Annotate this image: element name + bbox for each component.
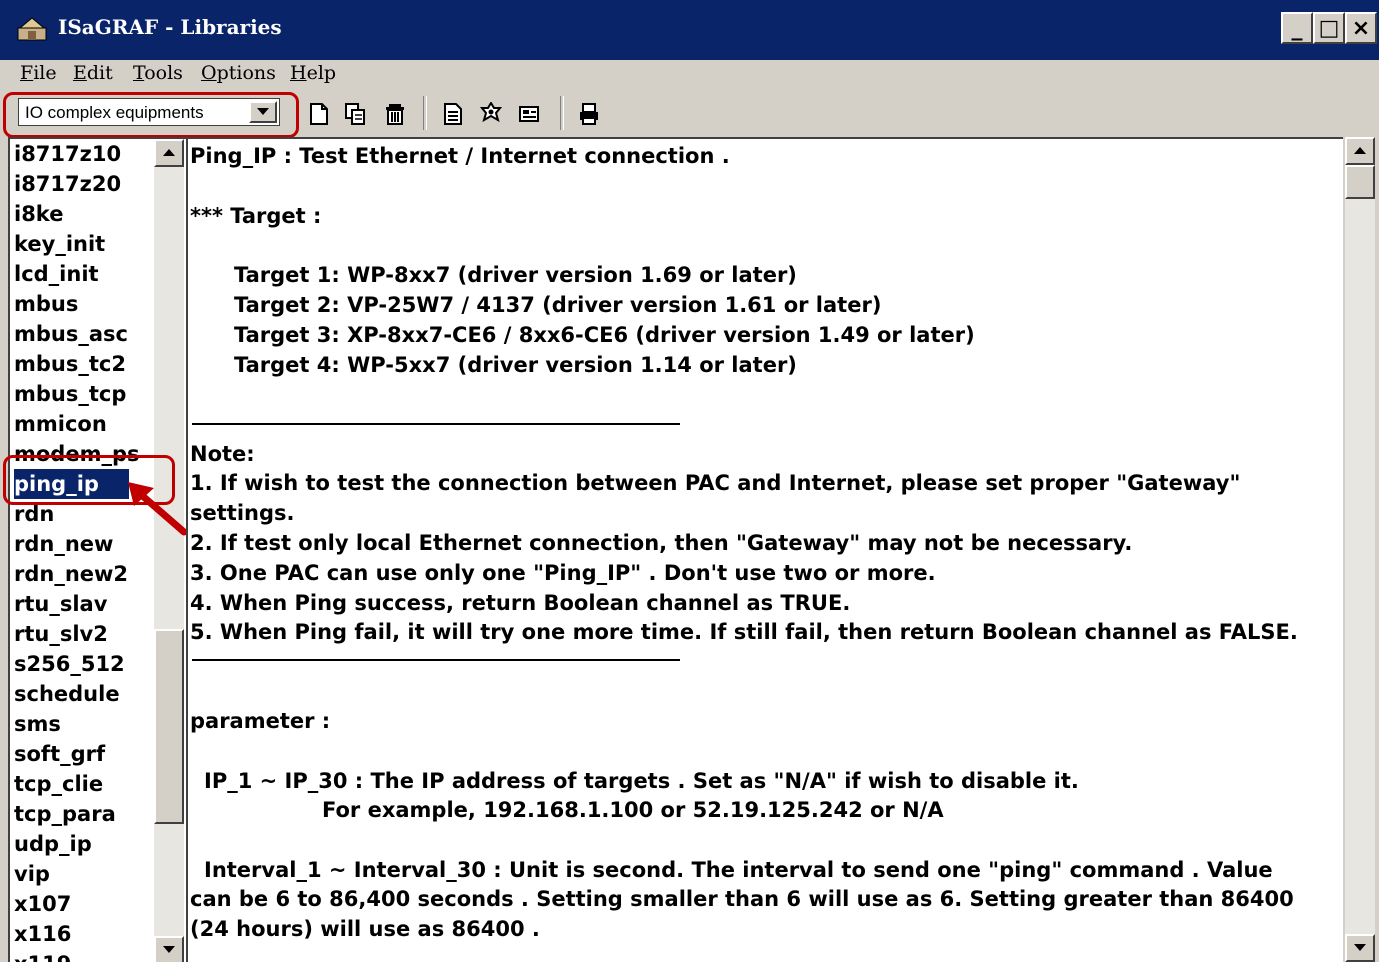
param-ip-example: For example, 192.168.1.100 or 52.19.125.…	[322, 798, 944, 822]
arrow-icon	[128, 482, 188, 536]
list-item[interactable]: x119	[14, 949, 71, 962]
list-item[interactable]: tcp_para	[14, 799, 116, 829]
list-item[interactable]: i8ke	[14, 199, 63, 229]
list-item[interactable]: sms	[14, 709, 61, 739]
list-item[interactable]: mbus_tc2	[14, 349, 126, 379]
note-line: 1. If wish to test the connection betwee…	[190, 471, 1241, 495]
target-line: Target 4: WP-5xx7 (driver version 1.14 o…	[234, 353, 797, 377]
menu-tools[interactable]: Tools	[133, 62, 183, 84]
param-interval: (24 hours) will use as 86400 .	[190, 917, 540, 941]
properties-icon[interactable]	[442, 102, 464, 126]
list-scroll-thumb[interactable]	[154, 629, 184, 824]
text-scroll-thumb[interactable]	[1345, 165, 1375, 199]
window-title: ISaGRAF - Libraries	[58, 15, 282, 39]
menu-edit[interactable]: Edit	[73, 62, 113, 84]
param-ip: IP_1 ~ IP_30 : The IP address of targets…	[204, 769, 1079, 793]
list-item[interactable]: rtu_slav	[14, 589, 107, 619]
target-line: Target 1: WP-8xx7 (driver version 1.69 o…	[234, 263, 797, 287]
list-item[interactable]: soft_grf	[14, 739, 105, 769]
menu-bar: File Edit Tools Options Help	[0, 60, 1379, 90]
list-item[interactable]: tcp_clie	[14, 769, 103, 799]
divider	[192, 423, 680, 425]
scroll-up-icon[interactable]	[154, 139, 184, 167]
list-item[interactable]: s256_512	[14, 649, 125, 679]
list-item[interactable]: schedule	[14, 679, 120, 709]
library-list[interactable]: i8717z10 i8717z20 i8ke key_init lcd_init…	[8, 137, 186, 962]
close-button[interactable]: ×	[1345, 12, 1377, 44]
doc-heading: Ping_IP : Test Ethernet / Internet conne…	[190, 144, 730, 168]
list-item[interactable]: rdn_new	[14, 529, 113, 559]
highlight-box-library	[3, 92, 299, 138]
list-item[interactable]: x116	[14, 919, 71, 949]
divider	[192, 659, 680, 661]
scroll-down-icon[interactable]	[154, 936, 184, 962]
menu-options[interactable]: Options	[201, 62, 276, 84]
compile-icon[interactable]	[480, 102, 502, 126]
scroll-up-icon[interactable]	[1345, 137, 1375, 165]
menu-file[interactable]: File	[20, 62, 57, 84]
note-label: Note:	[190, 442, 255, 466]
list-item[interactable]: mbus_asc	[14, 319, 128, 349]
param-interval: Interval_1 ~ Interval_30 : Unit is secon…	[204, 858, 1273, 882]
title-bar[interactable]: ISaGRAF - Libraries _ □ ×	[0, 0, 1379, 60]
list-item[interactable]: i8717z20	[14, 169, 121, 199]
list-item[interactable]: mbus	[14, 289, 78, 319]
target-line: Target 2: VP-25W7 / 4137 (driver version…	[234, 293, 882, 317]
delete-icon[interactable]	[384, 102, 406, 126]
note-line: 5. When Ping fail, it will try one more …	[190, 620, 1298, 644]
text-scrollbar[interactable]	[1345, 137, 1375, 962]
target-label: *** Target :	[190, 204, 322, 228]
note-line: 2. If test only local Ethernet connectio…	[190, 531, 1133, 555]
list-item[interactable]: rdn_new2	[14, 559, 128, 589]
new-icon[interactable]	[308, 102, 330, 126]
list-item[interactable]: mmicon	[14, 409, 107, 439]
maximize-button[interactable]: □	[1313, 12, 1345, 44]
list-item[interactable]: udp_ip	[14, 829, 92, 859]
scroll-down-icon[interactable]	[1345, 934, 1375, 962]
view-icon[interactable]	[518, 102, 540, 126]
param-interval: can be 6 to 86,400 seconds . Setting sma…	[190, 887, 1294, 911]
note-line: 3. One PAC can use only one "Ping_IP" . …	[190, 561, 936, 585]
app-icon	[17, 17, 47, 41]
target-line: Target 3: XP-8xx7-CE6 / 8xx6-CE6 (driver…	[234, 323, 975, 347]
toolbar-separator	[560, 96, 564, 130]
print-icon[interactable]	[578, 102, 600, 126]
list-item[interactable]: vip	[14, 859, 50, 889]
list-item[interactable]: lcd_init	[14, 259, 99, 289]
list-item[interactable]: mbus_tcp	[14, 379, 126, 409]
list-item[interactable]: x107	[14, 889, 71, 919]
toolbar-separator	[423, 96, 427, 130]
minimize-button[interactable]: _	[1281, 12, 1313, 44]
list-item[interactable]: i8717z10	[14, 139, 121, 169]
menu-help[interactable]: Help	[290, 62, 336, 84]
note-line: 4. When Ping success, return Boolean cha…	[190, 591, 851, 615]
description-panel[interactable]: Ping_IP : Test Ethernet / Internet conne…	[186, 137, 1343, 962]
note-line: settings.	[190, 501, 295, 525]
toolbar: IO complex equipments	[0, 90, 1379, 138]
list-scrollbar[interactable]	[154, 139, 184, 962]
list-item[interactable]: rtu_slv2	[14, 619, 108, 649]
parameter-label: parameter :	[190, 709, 331, 733]
copy-icon[interactable]	[344, 102, 366, 126]
list-item[interactable]: key_init	[14, 229, 105, 259]
